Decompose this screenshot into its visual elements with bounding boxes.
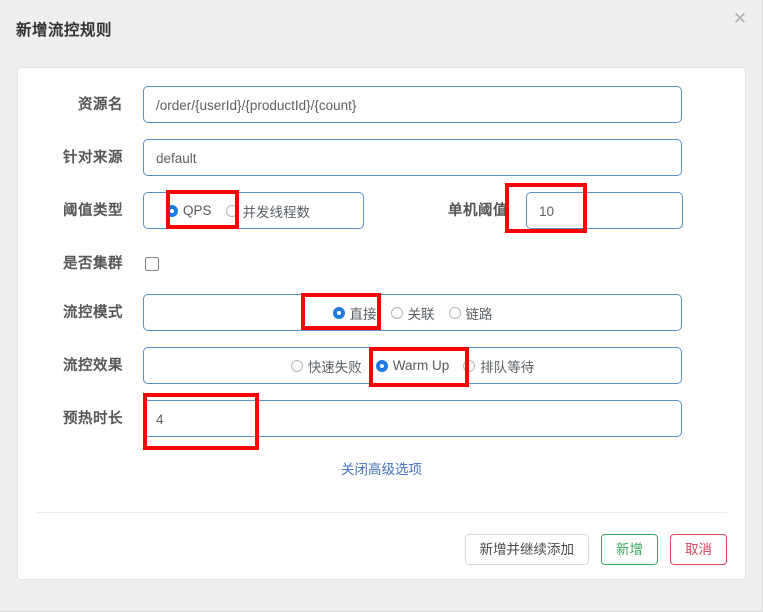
grade-radio-group[interactable]: QPS 并发线程数	[143, 192, 364, 229]
close-icon[interactable]: ✕	[728, 7, 752, 31]
add-and-continue-button[interactable]: 新增并继续添加	[464, 533, 589, 565]
label-control-behavior: 流控效果	[63, 358, 123, 374]
label-resource: 资源名	[78, 97, 123, 113]
threshold-input-value: 10	[539, 204, 555, 219]
radio-strategy-direct[interactable]: 直接	[332, 303, 377, 323]
radio-grade-threads-label: 并发线程数	[242, 204, 311, 220]
radio-behavior-queue-label: 排队等待	[480, 359, 535, 375]
limit-app-input-value: default	[156, 151, 197, 166]
footer-divider	[36, 512, 727, 513]
radio-grade-qps[interactable]: QPS	[166, 203, 212, 218]
form-row-grade: 阈值类型 QPS 并发线程数 单机阈值 10	[18, 192, 745, 230]
resource-input-value: /order/{userId}/{productId}/{count}	[156, 98, 357, 113]
radio-strategy-chain-label: 链路	[465, 306, 493, 322]
dialog-header: 新增流控规则 ✕	[0, 0, 763, 67]
page-title: 新增流控规则	[16, 22, 113, 39]
label-warm-up-period: 预热时长	[63, 411, 123, 427]
threshold-input[interactable]: 10	[526, 192, 683, 229]
form-row-warm-up-period: 预热时长 4	[18, 400, 745, 438]
radio-unselected-icon	[290, 359, 303, 372]
radio-grade-threads[interactable]: 并发线程数	[225, 201, 311, 221]
form-row-strategy: 流控模式 直接 关联 链路	[18, 294, 745, 332]
radio-behavior-fast-fail[interactable]: 快速失败	[290, 356, 362, 376]
resource-input[interactable]: /order/{userId}/{productId}/{count}	[143, 86, 682, 123]
radio-behavior-warm-up[interactable]: Warm Up	[375, 358, 450, 373]
radio-behavior-queue[interactable]: 排队等待	[463, 356, 534, 376]
radio-selected-icon	[332, 306, 345, 319]
toggle-advanced-options-link[interactable]: 关闭高级选项	[18, 458, 745, 478]
radio-strategy-relate[interactable]: 关联	[390, 303, 435, 323]
form-row-cluster: 是否集群	[18, 245, 745, 283]
strategy-radio-group[interactable]: 直接 关联 链路	[143, 294, 682, 331]
warm-up-period-input-value: 4	[156, 412, 164, 427]
radio-strategy-direct-label: 直接	[349, 306, 377, 322]
add-button[interactable]: 新增	[601, 533, 658, 565]
control-behavior-radio-group[interactable]: 快速失败 Warm Up 排队等待	[143, 347, 682, 384]
cluster-checkbox[interactable]	[145, 257, 159, 271]
warm-up-period-input[interactable]: 4	[143, 400, 682, 437]
label-grade: 阈值类型	[63, 203, 123, 219]
limit-app-input[interactable]: default	[143, 139, 682, 176]
form-row-limit-app: 针对来源 default	[18, 139, 745, 177]
cancel-button[interactable]: 取消	[670, 533, 727, 565]
radio-strategy-chain[interactable]: 链路	[448, 303, 493, 323]
label-threshold: 单机阈值	[448, 203, 508, 219]
radio-unselected-icon	[448, 306, 461, 319]
add-flow-rule-dialog: 新增流控规则 ✕ 资源名 /order/{userId}/{productId}…	[0, 0, 763, 612]
dialog-footer: 新增并继续添加 新增 取消	[18, 529, 727, 569]
radio-unselected-icon	[463, 359, 476, 372]
radio-selected-icon	[166, 204, 178, 217]
form-card: 资源名 /order/{userId}/{productId}/{count} …	[17, 67, 746, 580]
label-cluster: 是否集群	[63, 256, 123, 272]
radio-strategy-relate-label: 关联	[407, 306, 435, 322]
label-strategy: 流控模式	[63, 305, 123, 321]
radio-selected-icon	[375, 359, 388, 372]
radio-behavior-warm-up-label: Warm Up	[392, 358, 450, 373]
radio-behavior-fast-fail-label: 快速失败	[307, 359, 362, 375]
form-row-resource: 资源名 /order/{userId}/{productId}/{count}	[18, 86, 745, 124]
radio-unselected-icon	[225, 204, 238, 217]
radio-unselected-icon	[390, 306, 403, 319]
form-row-control-behavior: 流控效果 快速失败 Warm Up 排队等待	[18, 347, 745, 385]
radio-grade-qps-label: QPS	[183, 203, 212, 218]
label-limit-app: 针对来源	[63, 150, 123, 166]
